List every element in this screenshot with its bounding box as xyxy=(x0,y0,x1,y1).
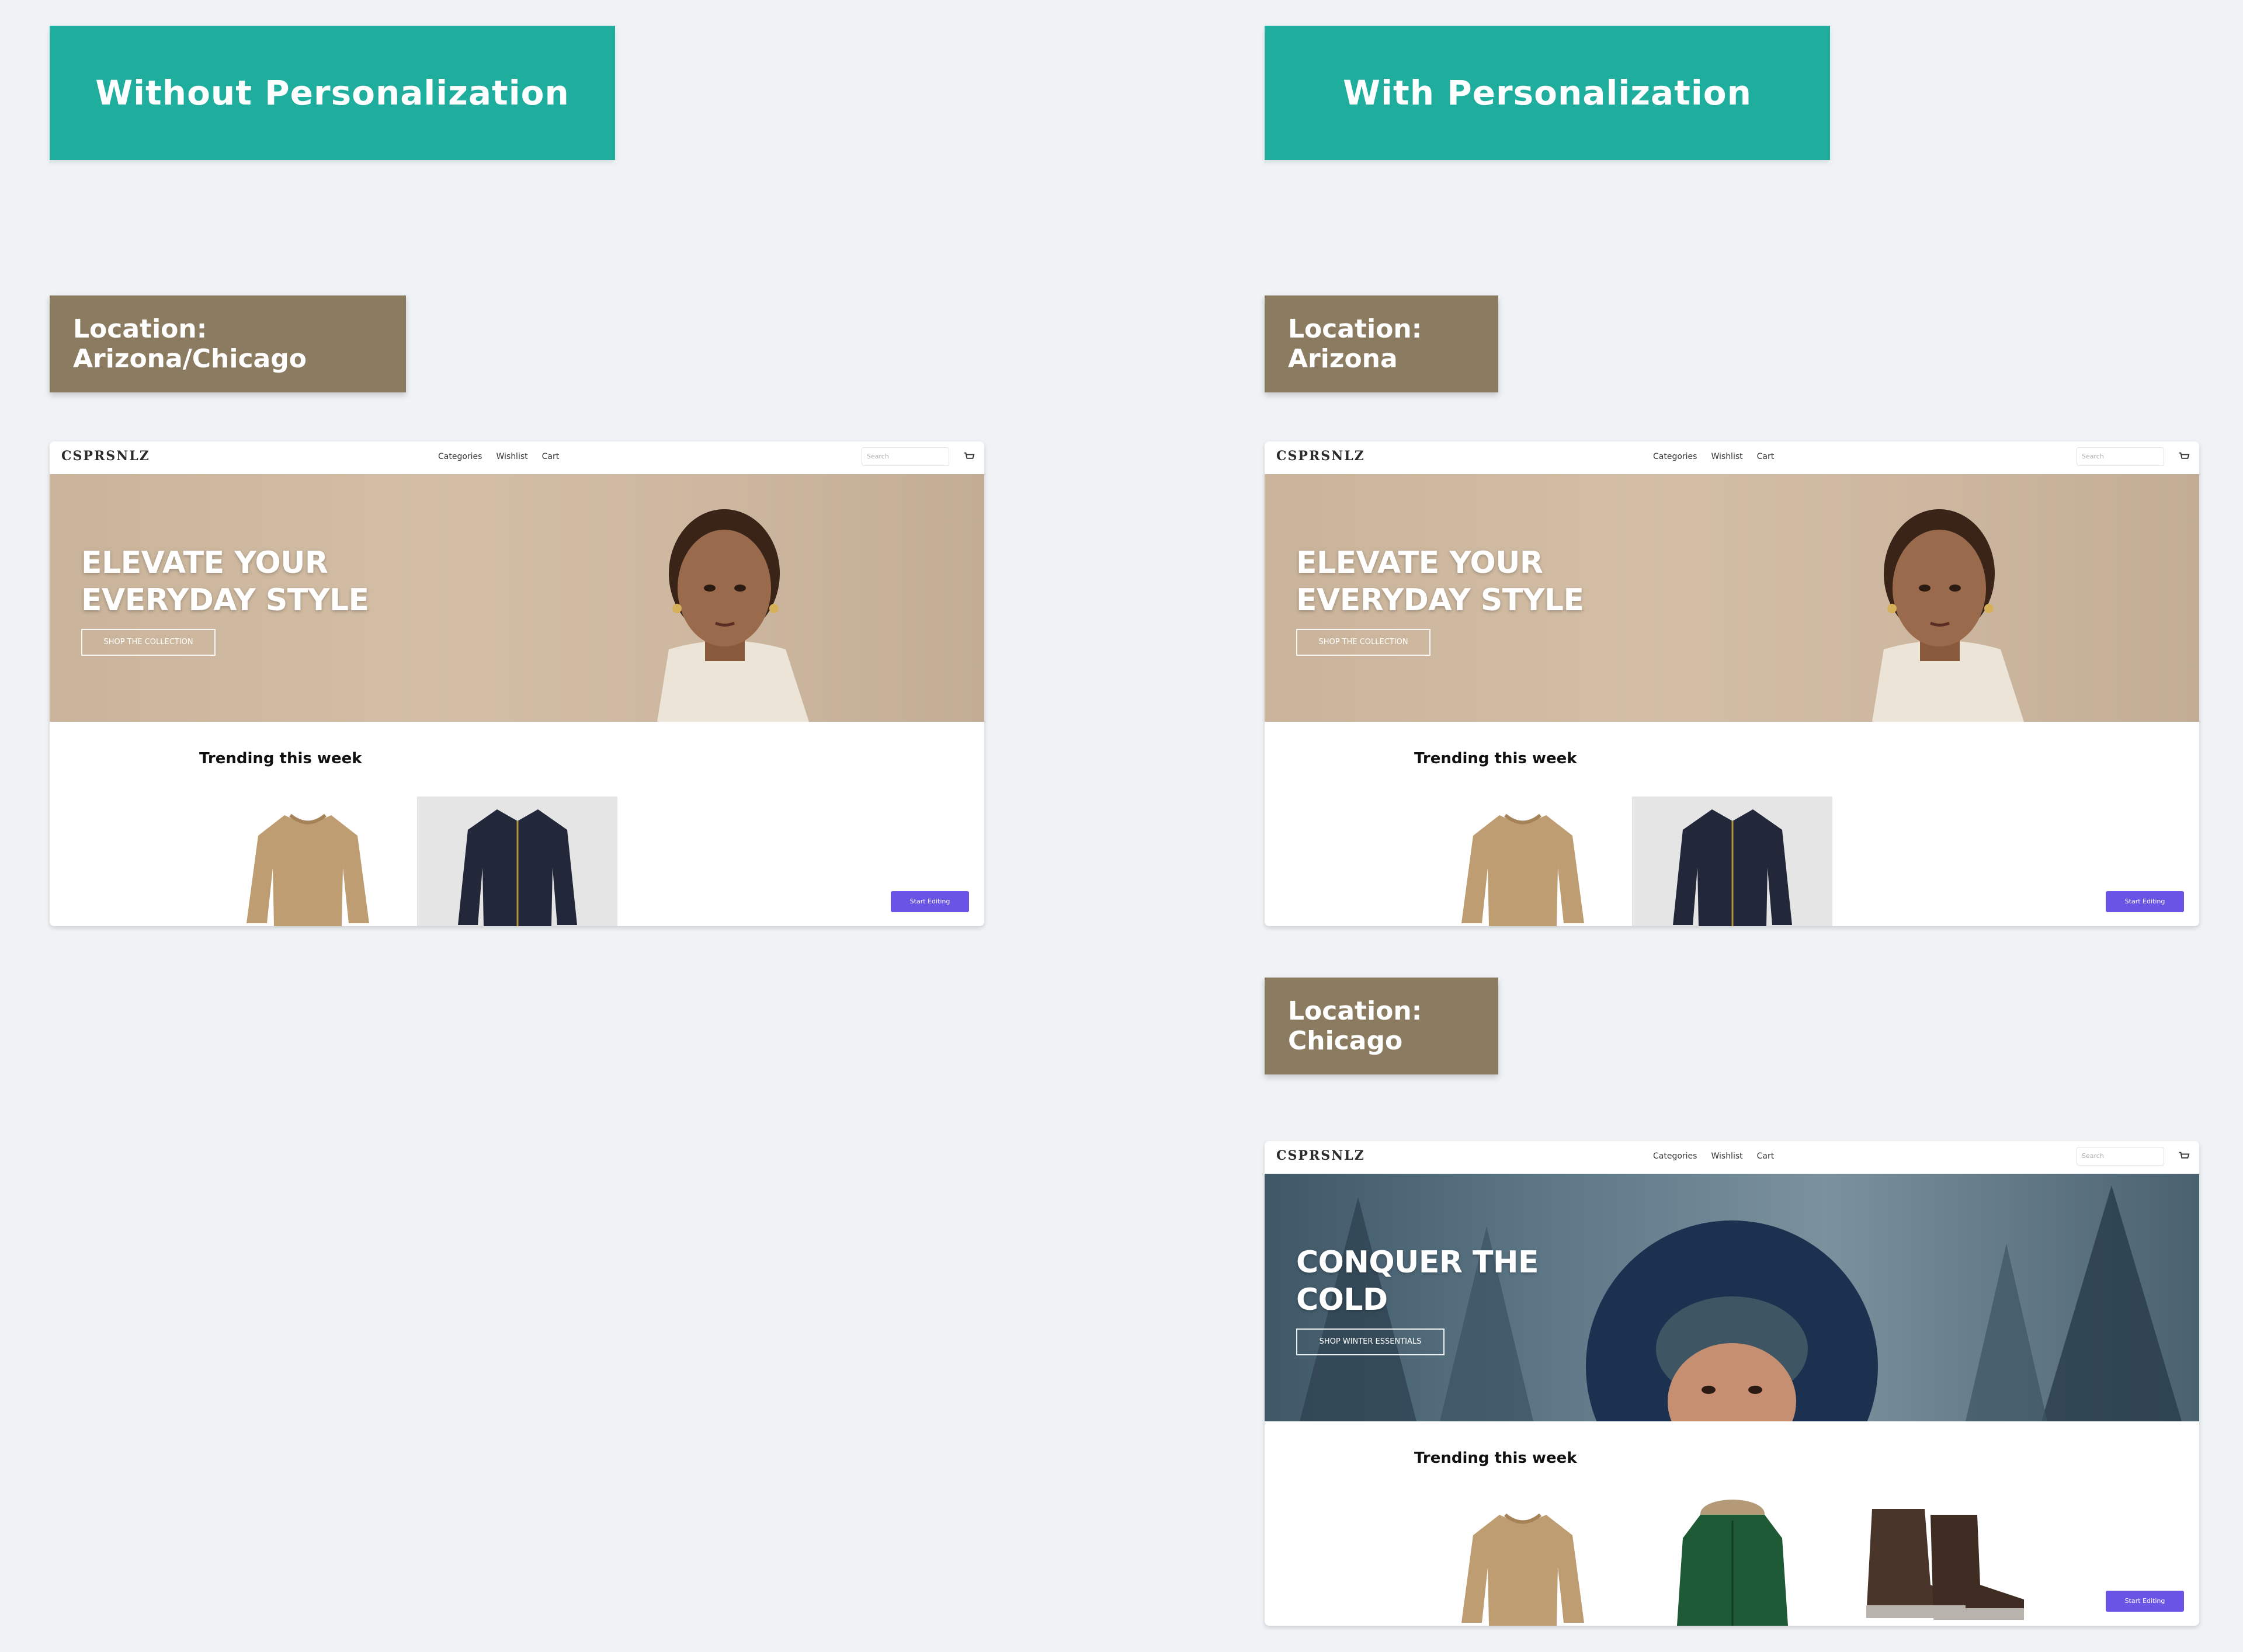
product-card-sweater[interactable] xyxy=(1422,797,1623,926)
hero-title: CONQUER THE COLD xyxy=(1296,1245,1539,1317)
site-logo[interactable]: CSPRSNLZ xyxy=(61,448,150,464)
denim-jacket-image xyxy=(1672,809,1792,926)
nav-link-cart[interactable]: Cart xyxy=(1757,1152,1775,1161)
nav-link-categories[interactable]: Categories xyxy=(1653,452,1697,461)
hero-banner: ELEVATE YOUR EVERYDAY STYLE SHOP THE COL… xyxy=(50,474,984,722)
cart-icon[interactable] xyxy=(2178,1150,2190,1163)
product-card-denim-jacket[interactable] xyxy=(1632,797,1832,926)
cart-icon[interactable] xyxy=(2178,451,2190,464)
nav-links: Categories Wishlist Cart xyxy=(1653,1152,1774,1161)
nav-link-wishlist[interactable]: Wishlist xyxy=(1711,1152,1742,1161)
model-portrait-image xyxy=(657,509,809,722)
start-editing-button[interactable]: Start Editing xyxy=(891,891,969,912)
product-card-sweater[interactable] xyxy=(1422,1496,1623,1626)
search-input[interactable]: Search xyxy=(2077,1147,2164,1166)
trending-heading: Trending this week xyxy=(1414,1449,1577,1467)
hero-title: ELEVATE YOUR EVERYDAY STYLE xyxy=(1296,545,1584,618)
denim-jacket-image xyxy=(457,809,577,926)
location-badge-arizona-chicago: Location: Arizona/Chicago xyxy=(50,295,406,392)
hero-banner: ELEVATE YOUR EVERYDAY STYLE SHOP THE COL… xyxy=(1265,474,2199,722)
without-personalization-header: Without Personalization xyxy=(50,26,615,160)
hero-title: ELEVATE YOUR EVERYDAY STYLE xyxy=(81,545,369,618)
product-card-sweater[interactable] xyxy=(207,797,408,926)
site-navbar: CSPRSNLZ Categories Wishlist Cart Search xyxy=(50,441,984,474)
nav-link-categories[interactable]: Categories xyxy=(1653,1152,1697,1161)
search-input[interactable]: Search xyxy=(2077,447,2164,466)
nav-link-cart[interactable]: Cart xyxy=(1757,452,1775,461)
location-badge-arizona: Location: Arizona xyxy=(1265,295,1498,392)
with-personalization-header: With Personalization xyxy=(1265,26,1830,160)
sweater-image xyxy=(1461,813,1584,926)
storefront-mockup-default: CSPRSNLZ Categories Wishlist Cart Search… xyxy=(50,441,984,926)
nav-link-wishlist[interactable]: Wishlist xyxy=(496,452,527,461)
product-card-denim-jacket[interactable] xyxy=(417,797,617,926)
sweater-image xyxy=(1461,1513,1584,1626)
shop-collection-button[interactable]: SHOP THE COLLECTION xyxy=(81,629,216,656)
site-logo[interactable]: CSPRSNLZ xyxy=(1276,1148,1365,1163)
trending-heading: Trending this week xyxy=(199,750,362,767)
model-portrait-image xyxy=(1872,509,2024,722)
product-card-boots[interactable] xyxy=(1842,1496,2042,1626)
storefront-mockup-chicago: CSPRSNLZ Categories Wishlist Cart Search… xyxy=(1265,1141,2199,1626)
nav-links: Categories Wishlist Cart xyxy=(1653,452,1774,461)
start-editing-button[interactable]: Start Editing xyxy=(2106,891,2184,912)
site-logo[interactable]: CSPRSNLZ xyxy=(1276,448,1365,464)
site-navbar: CSPRSNLZ Categories Wishlist Cart Search xyxy=(1265,1141,2199,1174)
location-badge-chicago: Location: Chicago xyxy=(1265,978,1498,1074)
product-card-parka[interactable] xyxy=(1632,1496,1832,1626)
shop-winter-essentials-button[interactable]: SHOP WINTER ESSENTIALS xyxy=(1296,1328,1445,1355)
winter-boots-image xyxy=(1866,1509,2024,1620)
hero-banner-winter: CONQUER THE COLD SHOP WINTER ESSENTIALS xyxy=(1265,1174,2199,1421)
site-navbar: CSPRSNLZ Categories Wishlist Cart Search xyxy=(1265,441,2199,474)
sweater-image xyxy=(246,813,369,926)
cart-icon[interactable] xyxy=(963,451,975,464)
storefront-mockup-arizona: CSPRSNLZ Categories Wishlist Cart Search… xyxy=(1265,441,2199,926)
trending-heading: Trending this week xyxy=(1414,750,1577,767)
nav-link-cart[interactable]: Cart xyxy=(542,452,560,461)
nav-links: Categories Wishlist Cart xyxy=(438,452,559,461)
nav-link-wishlist[interactable]: Wishlist xyxy=(1711,452,1742,461)
green-parka-image xyxy=(1676,1500,1788,1626)
start-editing-button[interactable]: Start Editing xyxy=(2106,1591,2184,1612)
search-input[interactable]: Search xyxy=(862,447,949,466)
nav-link-categories[interactable]: Categories xyxy=(438,452,482,461)
shop-collection-button[interactable]: SHOP THE COLLECTION xyxy=(1296,629,1430,656)
